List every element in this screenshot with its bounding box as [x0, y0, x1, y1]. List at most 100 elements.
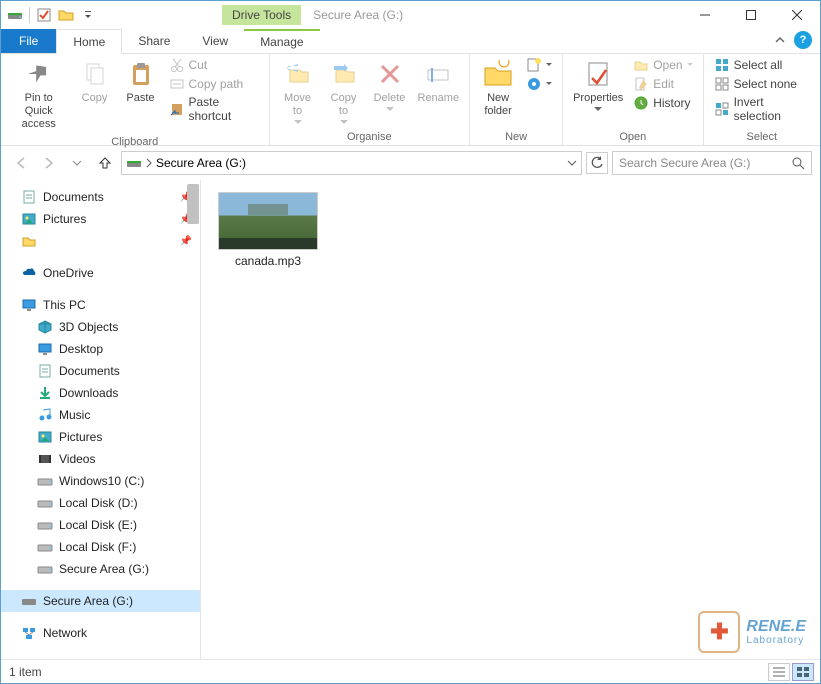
- group-organise: Move to Copy to Delete Rename Organise: [270, 54, 471, 145]
- address-dropdown-icon[interactable]: [567, 158, 577, 168]
- group-label-organise: Organise: [276, 129, 464, 145]
- move-to-button[interactable]: Move to: [276, 56, 320, 126]
- tree-pc-item[interactable]: Desktop: [1, 338, 200, 360]
- this-pc-icon: [21, 297, 37, 313]
- history-button[interactable]: History: [629, 94, 696, 112]
- drive-icon: [37, 495, 53, 511]
- tree-pc-item[interactable]: Local Disk (E:): [1, 514, 200, 536]
- search-icon: [791, 156, 805, 170]
- maximize-button[interactable]: [728, 1, 774, 29]
- new-folder-icon: [482, 58, 514, 90]
- tree-pc-item[interactable]: Windows10 (C:): [1, 470, 200, 492]
- address-bar[interactable]: Secure Area (G:): [121, 151, 582, 175]
- help-icon[interactable]: ?: [794, 31, 812, 49]
- ribbon-tabs: File Home Share View Manage ?: [1, 29, 820, 54]
- copy-to-button[interactable]: Copy to: [322, 56, 366, 126]
- 3d-icon: [37, 319, 53, 335]
- new-item-icon: [526, 57, 542, 73]
- tree-pc-item[interactable]: Local Disk (F:): [1, 536, 200, 558]
- paste-button[interactable]: Paste: [119, 56, 163, 107]
- video-icon: [37, 451, 53, 467]
- watermark-badge-icon: ✚: [698, 611, 740, 653]
- tree-pc-item[interactable]: Pictures: [1, 426, 200, 448]
- refresh-button[interactable]: [586, 152, 608, 174]
- pin-to-quick-access-button[interactable]: Pin to Quick access: [7, 56, 71, 134]
- tree-quick-item[interactable]: 📌: [1, 230, 200, 252]
- tree-pc-item[interactable]: Music: [1, 404, 200, 426]
- cut-button[interactable]: Cut: [165, 56, 263, 74]
- pic-icon: [21, 211, 37, 227]
- edit-button[interactable]: Edit: [629, 75, 696, 93]
- tab-file[interactable]: File: [1, 29, 56, 53]
- search-input[interactable]: Search Secure Area (G:): [612, 151, 812, 175]
- properties-checkbox-icon[interactable]: [34, 5, 54, 25]
- file-item[interactable]: canada.mp3: [213, 192, 323, 268]
- doc-icon: [37, 363, 53, 379]
- tree-pc-item[interactable]: 3D Objects: [1, 316, 200, 338]
- copy-button[interactable]: Copy: [73, 56, 117, 107]
- tree-secure-area-selected[interactable]: Secure Area (G:): [1, 590, 200, 612]
- paste-icon: [125, 58, 157, 90]
- tree-network[interactable]: Network: [1, 622, 200, 644]
- network-icon: [21, 625, 37, 641]
- group-label-new: New: [476, 129, 556, 145]
- rename-button[interactable]: Rename: [414, 56, 464, 107]
- copy-path-button[interactable]: Copy path: [165, 75, 263, 93]
- delete-icon: [374, 58, 406, 90]
- qat-dropdown-icon[interactable]: [78, 5, 98, 25]
- drive-icon: [37, 473, 53, 489]
- tree-onedrive[interactable]: OneDrive: [1, 262, 200, 284]
- select-all-icon: [714, 57, 730, 73]
- close-button[interactable]: [774, 1, 820, 29]
- down-icon: [37, 385, 53, 401]
- new-folder-button[interactable]: New folder: [476, 56, 520, 120]
- folder-qat-icon[interactable]: [56, 5, 76, 25]
- tree-pc-item[interactable]: Secure Area (G:): [1, 558, 200, 580]
- rename-icon: [422, 58, 454, 90]
- drive-icon: [37, 561, 53, 577]
- context-tab-drive-tools[interactable]: Drive Tools: [222, 5, 301, 25]
- tree-pc-item[interactable]: Videos: [1, 448, 200, 470]
- delete-button[interactable]: Delete: [368, 56, 412, 113]
- group-select: Select all Select none Invert selection …: [704, 54, 820, 145]
- navigation-pane[interactable]: Documents📌Pictures📌📌 OneDrive This PC 3D…: [1, 180, 201, 659]
- tab-share[interactable]: Share: [122, 29, 186, 53]
- paste-shortcut-button[interactable]: Paste shortcut: [165, 94, 263, 124]
- group-label-select: Select: [710, 129, 814, 145]
- watermark-sub: Laboratory: [746, 635, 806, 646]
- tab-manage[interactable]: Manage: [244, 29, 319, 53]
- tab-view[interactable]: View: [186, 29, 244, 53]
- move-to-icon: [282, 58, 314, 90]
- minimize-button[interactable]: [682, 1, 728, 29]
- tree-quick-item[interactable]: Pictures📌: [1, 208, 200, 230]
- tree-quick-item[interactable]: Documents📌: [1, 186, 200, 208]
- select-none-button[interactable]: Select none: [710, 75, 814, 93]
- tree-pc-item[interactable]: Documents: [1, 360, 200, 382]
- sidebar-scrollbar[interactable]: [185, 180, 201, 659]
- tree-this-pc[interactable]: This PC: [1, 294, 200, 316]
- group-label-open: Open: [569, 129, 697, 145]
- drive-icon: [37, 539, 53, 555]
- titlebar: Drive Tools Secure Area (G:): [1, 1, 820, 29]
- forward-button[interactable]: [37, 151, 61, 175]
- tree-pc-item[interactable]: Downloads: [1, 382, 200, 404]
- file-list[interactable]: canada.mp3: [201, 180, 820, 659]
- pic-icon: [37, 429, 53, 445]
- easy-access-button[interactable]: [522, 75, 556, 93]
- open-button[interactable]: Open: [629, 56, 696, 74]
- details-view-button[interactable]: [768, 663, 790, 681]
- up-button[interactable]: [93, 151, 117, 175]
- tree-pc-item[interactable]: Local Disk (D:): [1, 492, 200, 514]
- tab-home[interactable]: Home: [56, 29, 122, 54]
- recent-locations-button[interactable]: [65, 151, 89, 175]
- large-icons-view-button[interactable]: [792, 663, 814, 681]
- collapse-ribbon-icon[interactable]: [774, 34, 786, 46]
- main-area: Documents📌Pictures📌📌 OneDrive This PC 3D…: [1, 180, 820, 659]
- invert-selection-button[interactable]: Invert selection: [710, 94, 814, 124]
- select-none-icon: [714, 76, 730, 92]
- select-all-button[interactable]: Select all: [710, 56, 814, 74]
- properties-button[interactable]: Properties: [569, 56, 627, 113]
- new-item-button[interactable]: [522, 56, 556, 74]
- window-title: Secure Area (G:): [313, 8, 403, 22]
- back-button[interactable]: [9, 151, 33, 175]
